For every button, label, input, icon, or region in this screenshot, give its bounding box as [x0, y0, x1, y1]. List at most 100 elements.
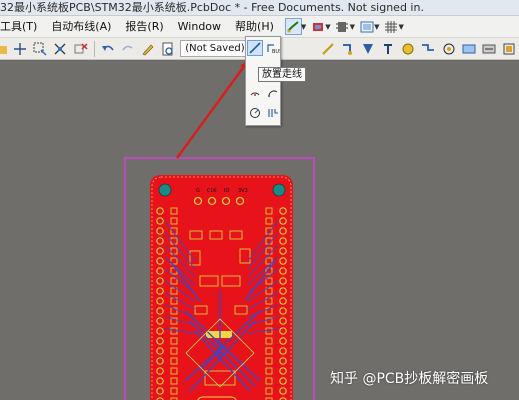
pad-icon [312, 22, 323, 31]
menu-bar: 工具(T) 自动布线(A) 报告(R) Window 帮助(H) ▼ ▼ ▼ ▼… [0, 16, 519, 38]
pencil-icon [142, 44, 154, 55]
header-pad-left [156, 297, 164, 305]
deselect-button[interactable] [72, 40, 88, 57]
route-tool-button[interactable] [284, 18, 302, 35]
diff-pair-item[interactable] [265, 105, 281, 121]
arc-any-angle-item[interactable] [247, 105, 263, 121]
menu-window[interactable]: Window [171, 17, 228, 37]
place-fill-button[interactable] [360, 40, 376, 57]
swd-connector-pad [207, 196, 217, 206]
crosshair-icon [14, 42, 27, 55]
redo-button[interactable] [120, 40, 136, 57]
header-pad-left [156, 207, 164, 215]
board-label-g: G [196, 188, 200, 194]
arc-edge-icon [268, 90, 278, 97]
pad-dropdown-arrow-icon[interactable]: ▼ [325, 23, 330, 31]
coin-icon [402, 43, 414, 54]
header-pad-right [279, 277, 287, 285]
place-pad-button[interactable] [309, 18, 326, 35]
component-dropdown-arrow-icon[interactable]: ▼ [350, 23, 355, 31]
swd-connector-pad [193, 196, 203, 206]
place-component-button[interactable] [334, 18, 351, 35]
interactive-routing-item[interactable]: BUS [265, 40, 281, 56]
move-selection-button[interactable] [52, 40, 68, 57]
header-pad-right [279, 217, 287, 225]
place-coordinate-button[interactable] [440, 40, 456, 57]
arc-center-item[interactable] [247, 85, 263, 101]
header-pad-right [279, 327, 287, 335]
header-pad-left [156, 267, 164, 275]
dimension-icon [482, 44, 496, 53]
header-pad-left [156, 247, 164, 255]
header-pad-right [279, 257, 287, 265]
header-pad-left [156, 357, 164, 365]
place-region-button[interactable] [420, 40, 436, 57]
board-label-io: IO [224, 188, 229, 194]
open-button[interactable] [0, 40, 8, 57]
document-options-button[interactable] [160, 40, 176, 57]
place-rectangle-button[interactable] [461, 40, 477, 57]
via-arrow-icon [342, 43, 352, 55]
header-pad-left [156, 237, 164, 245]
header-pad-left [156, 337, 164, 345]
menu-help[interactable]: 帮助(H) [228, 17, 281, 37]
select-area-icon [33, 42, 47, 56]
menu-reports[interactable]: 报告(R) [118, 17, 170, 37]
select-area-button[interactable] [32, 40, 48, 57]
header-pad-right [279, 287, 287, 295]
route-tool-icon [287, 20, 300, 32]
place-via-button[interactable] [340, 40, 356, 57]
header-pad-left [156, 277, 164, 285]
header-pad-right [279, 227, 287, 235]
board-label-clk: CLK [207, 188, 217, 194]
header-pad-right [279, 347, 287, 355]
polygon-dropdown-arrow-icon[interactable]: ▼ [374, 23, 379, 31]
place-dimension-button[interactable] [481, 40, 497, 57]
header-pad-left [156, 367, 164, 375]
place-track-icon [249, 42, 261, 54]
room-icon [503, 43, 515, 54]
place-line-button[interactable] [320, 40, 336, 57]
target-icon [443, 43, 455, 54]
header-pad-right [279, 267, 287, 275]
watermark-text: 知乎 @PCB抄板解密画板 [330, 371, 489, 387]
diff-pair-icon [268, 109, 278, 117]
header-pad-right [279, 317, 287, 325]
redo-icon [122, 45, 133, 50]
toolbar-separator [93, 40, 95, 57]
header-pad-right [279, 367, 287, 375]
header-pad-right [279, 377, 287, 385]
grid-dropdown-arrow-icon[interactable]: ▼ [398, 23, 403, 31]
route-dropdown-arrow-icon[interactable]: ▼ [301, 23, 306, 31]
menu-tools[interactable]: 工具(T) [0, 17, 44, 37]
move-icon [54, 43, 66, 54]
header-pad-left [156, 227, 164, 235]
place-track-item[interactable] [247, 40, 263, 56]
arc-center-icon [250, 92, 260, 96]
fill-icon [362, 43, 373, 54]
text-icon [384, 43, 393, 54]
pen-line-icon [321, 42, 334, 55]
header-pad-left [156, 307, 164, 315]
window-title: 32最小系统板PCB\STM32最小系统板.PcbDoc * - Free Do… [0, 1, 424, 14]
polygon-button[interactable] [358, 18, 375, 35]
place-track-tooltip: 放置走线 [258, 67, 306, 82]
interactive-routing-icon: BUS [267, 44, 280, 54]
menu-autoroute[interactable]: 自动布线(A) [44, 17, 118, 37]
header-pad-right [279, 207, 287, 215]
cross-probe-button[interactable] [12, 40, 28, 57]
arc-edge-item[interactable] [265, 85, 281, 101]
swd-connector-pad [235, 196, 245, 206]
header-pad-left [156, 347, 164, 355]
place-arc-button[interactable] [400, 40, 416, 57]
place-string-button[interactable] [380, 40, 396, 57]
annotation-arrow-line [175, 64, 247, 159]
place-room-button[interactable] [501, 40, 517, 57]
header-pad-left [156, 287, 164, 295]
header-pad-right [279, 387, 287, 395]
header-pad-right [279, 337, 287, 345]
undo-button[interactable] [100, 40, 116, 57]
rubber-stamp-button[interactable] [140, 40, 156, 57]
grid-button[interactable] [382, 18, 399, 35]
polygon-icon [360, 21, 374, 32]
